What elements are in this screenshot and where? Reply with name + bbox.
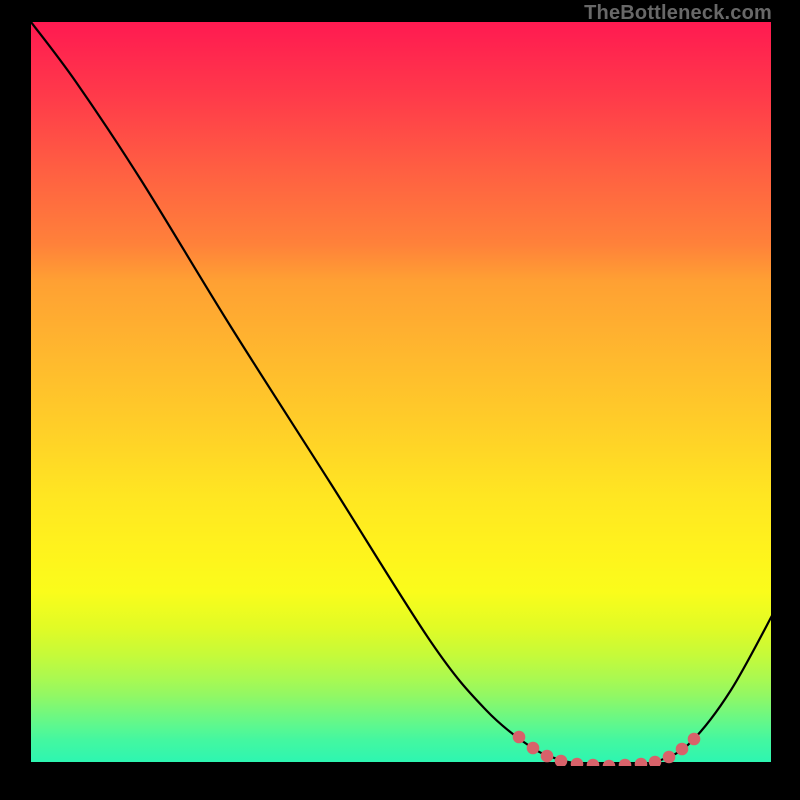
- highlight-dot: [663, 751, 676, 764]
- chart-container: TheBottleneck.com: [0, 0, 800, 800]
- highlight-dot: [571, 758, 584, 766]
- bottleneck-curve: [31, 22, 775, 766]
- highlight-dot: [555, 755, 568, 766]
- highlight-dot: [635, 758, 648, 766]
- highlight-dot: [603, 760, 616, 766]
- highlight-dots: [513, 731, 701, 766]
- highlight-dot: [541, 750, 554, 763]
- highlight-dot: [676, 743, 689, 756]
- highlight-dot: [587, 759, 600, 766]
- plot-area: [29, 20, 773, 764]
- highlight-dot: [688, 733, 701, 746]
- highlight-dot: [513, 731, 526, 744]
- curve-svg: [31, 22, 775, 766]
- highlight-dot: [649, 756, 662, 766]
- highlight-dot: [527, 742, 540, 755]
- highlight-dot: [619, 759, 632, 766]
